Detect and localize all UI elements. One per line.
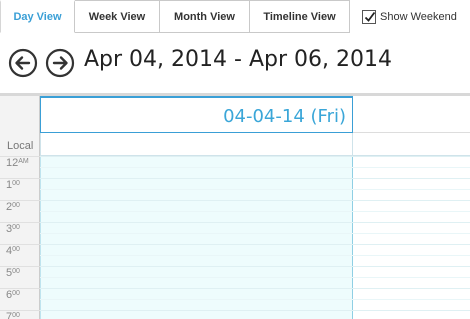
half-hour-line (40, 189, 470, 190)
hour-line (40, 310, 470, 311)
hour-line (40, 244, 470, 245)
time-slot: 700 (0, 310, 40, 319)
grid-corner: Local (0, 96, 40, 156)
hour-suffix: 00 (12, 224, 20, 231)
view-tabs: Day View Week View Month View Timeline V… (0, 0, 350, 33)
hour-line (40, 266, 470, 267)
tab-timeline-view[interactable]: Timeline View (250, 0, 350, 33)
hour-line (40, 222, 470, 223)
hour-line (40, 288, 470, 289)
time-slot: 100 (0, 178, 40, 200)
tab-day-view[interactable]: Day View (0, 0, 75, 33)
hour-suffix: 00 (12, 290, 20, 297)
all-day-row (40, 133, 470, 156)
show-weekend-checkbox[interactable] (362, 10, 376, 24)
arrow-left-circle-icon (8, 48, 38, 78)
day-header-date: 04-04-14 (Fri) (223, 106, 346, 127)
hour-label: 12 (6, 157, 19, 169)
next-period-button[interactable] (45, 48, 75, 78)
time-slot: 300 (0, 222, 40, 244)
hour-suffix: AM (18, 158, 29, 165)
half-hour-line (40, 167, 470, 168)
hour-suffix: 00 (12, 180, 20, 187)
empty-header-area (353, 96, 470, 133)
time-slot: 200 (0, 200, 40, 222)
half-hour-line (40, 233, 470, 234)
tab-month-view[interactable]: Month View (160, 0, 250, 33)
hour-suffix: 00 (12, 246, 20, 253)
half-hour-line (40, 255, 470, 256)
arrow-right-circle-icon (45, 48, 75, 78)
time-slot: 400 (0, 244, 40, 266)
calendar-grid: Local 04-04-14 (Fri) 12AM 100 200 300 40… (0, 96, 470, 319)
date-navigator: Apr 04, 2014 - Apr 06, 2014 (0, 33, 470, 93)
half-hour-line (40, 299, 470, 300)
half-hour-line (40, 211, 470, 212)
view-toolbar: Day View Week View Month View Timeline V… (0, 0, 470, 33)
hour-suffix: 00 (12, 268, 20, 275)
day-column-header[interactable]: 04-04-14 (Fri) (40, 96, 353, 133)
time-slot: 12AM (0, 156, 40, 178)
hour-line (40, 200, 470, 201)
hour-line (40, 156, 470, 157)
hour-line (40, 178, 470, 179)
previous-period-button[interactable] (8, 48, 38, 78)
show-weekend-toggle[interactable]: Show Weekend (362, 9, 457, 25)
hour-suffix: 00 (12, 202, 20, 209)
tab-week-view[interactable]: Week View (75, 0, 160, 33)
time-column: 12AM 100 200 300 400 500 600 700 (0, 156, 40, 319)
hour-suffix: 00 (12, 312, 20, 319)
timezone-label: Local (7, 140, 34, 152)
time-slot: 500 (0, 266, 40, 288)
show-weekend-label: Show Weekend (380, 11, 457, 23)
date-range-title: Apr 04, 2014 - Apr 06, 2014 (84, 47, 392, 72)
day-column[interactable] (40, 156, 353, 319)
time-slot: 600 (0, 288, 40, 310)
checkmark-icon (364, 11, 376, 22)
hours-area: 12AM 100 200 300 400 500 600 700 (0, 156, 470, 319)
empty-column-area (353, 156, 470, 319)
all-day-cell[interactable] (40, 133, 353, 156)
half-hour-line (40, 277, 470, 278)
